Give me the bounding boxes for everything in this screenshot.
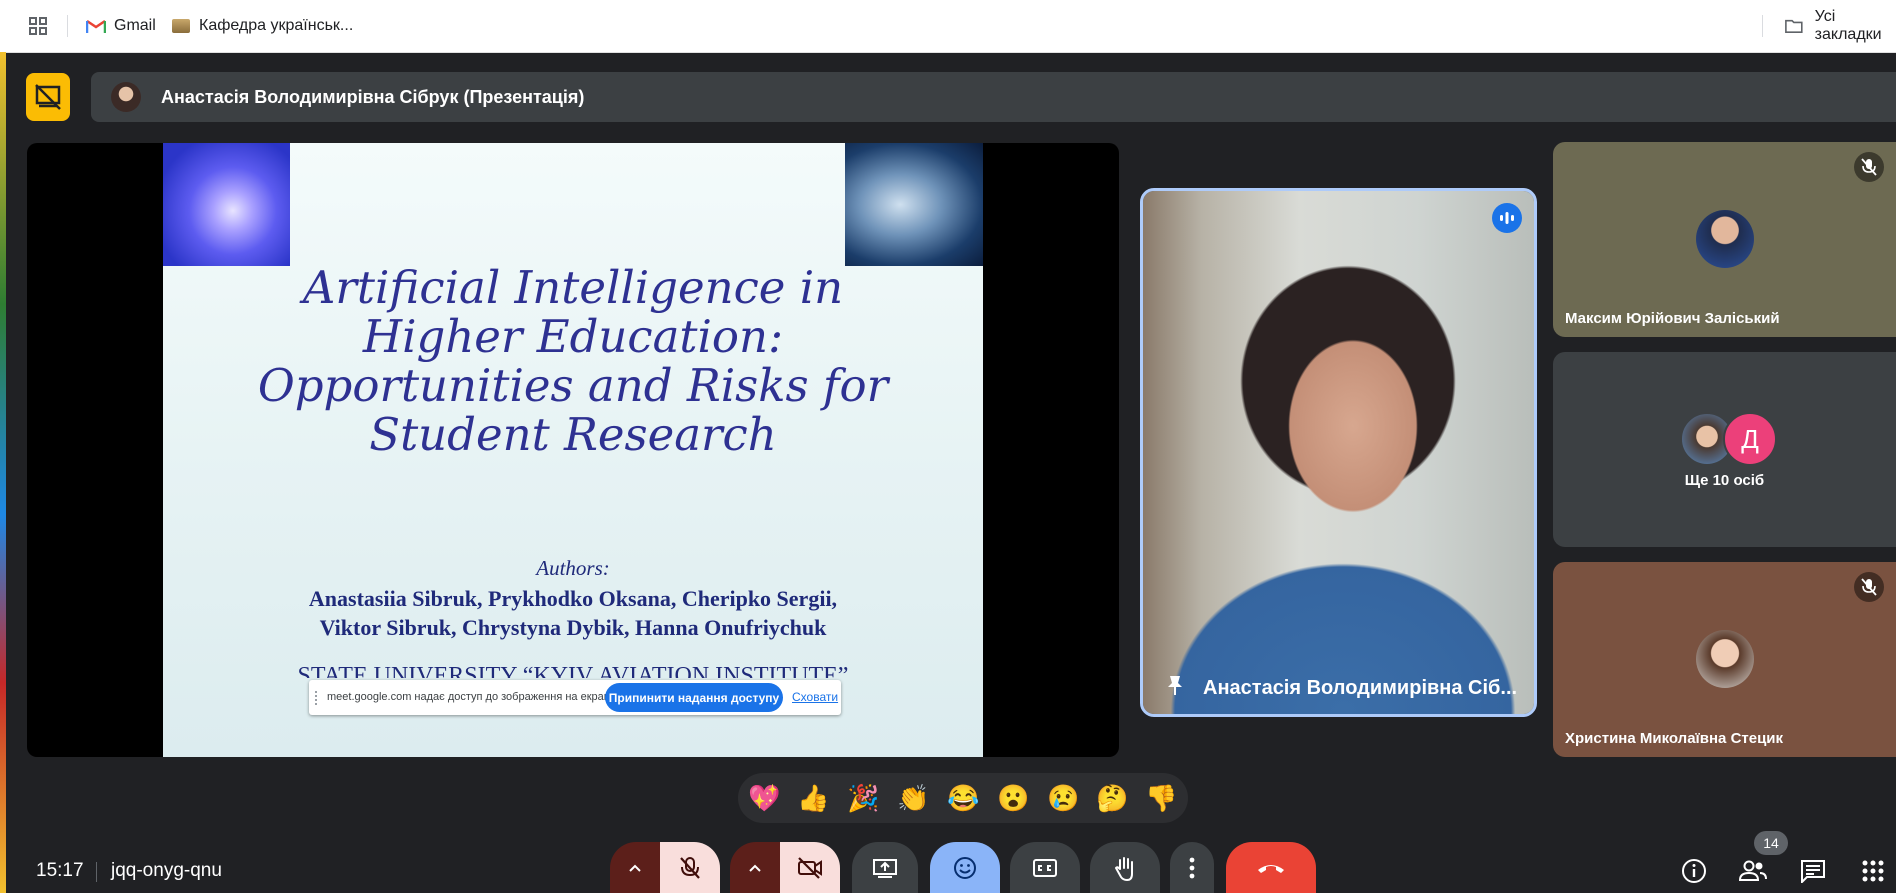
participant-name: Христина Миколаївна Стецик: [1565, 730, 1784, 747]
presentation-off-icon: [35, 84, 61, 110]
meeting-time: 15:17: [36, 860, 84, 881]
screen-share-notice: meet.google.com надає доступ до зображен…: [309, 680, 841, 715]
more-participants-tile[interactable]: Д Ще 10 осіб: [1553, 352, 1896, 547]
reaction-heart[interactable]: 💖: [748, 783, 780, 813]
captions-button[interactable]: [1010, 842, 1080, 893]
speaker-video: [1143, 191, 1534, 714]
slide-title-line: Artificial Intelligence in: [302, 261, 844, 314]
slide-university: STATE UNIVERSITY “KYIV AVIATION INSTITUT…: [297, 663, 849, 678]
emoji-icon: [954, 856, 976, 879]
meeting-code[interactable]: jqq-onyg-qnu: [111, 860, 222, 882]
presenter-avatar: [111, 82, 141, 112]
speaker-name: Анастасія Володимирівна Сіб...: [1203, 677, 1518, 699]
mic-off-icon: [680, 856, 700, 879]
more-options-button[interactable]: [1170, 842, 1214, 893]
slide-authors-line: Viktor Sibruk, Chrystyna Dybik, Hanna On…: [319, 615, 827, 640]
reaction-thumbs-up[interactable]: 👍: [797, 783, 829, 813]
participant-count-badge: 14: [1754, 831, 1788, 855]
reactions-button[interactable]: [930, 842, 1000, 893]
present-screen-icon: [873, 858, 897, 878]
site-favicon-icon: [172, 19, 190, 33]
reaction-thinking[interactable]: 🤔: [1096, 783, 1128, 813]
audio-options-button[interactable]: [610, 842, 660, 893]
speaking-indicator-icon: [1492, 203, 1522, 233]
presentation-slide: Artificial Intelligence in Higher Educat…: [163, 143, 983, 757]
speaker-tile[interactable]: Анастасія Володимирівна Сіб...: [1140, 188, 1537, 717]
slide-title-line: Higher Education:: [362, 310, 784, 363]
slide-authors-line: Anastasiia Sibruk, Prykhodko Oksana, Che…: [308, 586, 838, 611]
participant-name: Максим Юрійович Заліський: [1565, 310, 1780, 327]
reaction-sad[interactable]: 😢: [1047, 783, 1079, 813]
slide-authors-heading: Authors:: [536, 556, 610, 580]
reaction-clap[interactable]: 👏: [897, 783, 929, 813]
bookmark-all-label: Усі закладки: [1814, 8, 1882, 43]
mic-off-icon: [1854, 572, 1884, 602]
hide-notice-link[interactable]: Сховати: [792, 690, 838, 704]
reaction-party[interactable]: 🎉: [847, 783, 879, 813]
stop-presentation-button[interactable]: [26, 73, 70, 121]
microphone-toggle-button[interactable]: [660, 842, 720, 893]
video-options-button[interactable]: [730, 842, 780, 893]
info-icon: [1682, 859, 1706, 883]
bookmark-gmail[interactable]: Gmail: [86, 14, 156, 38]
apps-grid-icon[interactable]: [29, 17, 47, 35]
reactions-bar: 💖 👍 🎉 👏 😂 😮 😢 🤔 👎: [738, 773, 1188, 823]
reaction-surprised[interactable]: 😮: [997, 783, 1029, 813]
camera-off-icon: [798, 856, 822, 879]
gmail-icon: [86, 19, 106, 33]
present-screen-button[interactable]: [852, 842, 918, 893]
chat-button[interactable]: [1798, 856, 1828, 886]
camera-toggle-button[interactable]: [780, 842, 840, 893]
people-button[interactable]: [1738, 856, 1768, 886]
share-notice-text: meet.google.com надає доступ до зображен…: [327, 691, 616, 703]
presenter-name: Анастасія Володимирівна Сібрук (Презента…: [161, 87, 585, 107]
drag-handle-icon[interactable]: [315, 691, 320, 705]
people-icon: [1738, 860, 1767, 881]
meeting-details-button[interactable]: [1679, 856, 1709, 886]
slide-title-line: Student Research: [369, 408, 777, 461]
slide-image-robot-hand: [163, 143, 290, 266]
bookmark-gmail-label: Gmail: [114, 17, 156, 34]
reaction-thumbs-down[interactable]: 👎: [1145, 783, 1177, 813]
participant-tile[interactable]: Максим Юрійович Заліський: [1553, 142, 1896, 337]
chat-icon: [1801, 860, 1825, 883]
participant-count: 14: [1763, 835, 1779, 851]
bookmarks-bar: Gmail Кафедра українськ... Усі закладки: [0, 0, 1896, 53]
reaction-laugh[interactable]: 😂: [947, 783, 979, 813]
captions-icon: [1033, 858, 1057, 877]
presenter-bar: Анастасія Володимирівна Сібрук (Презента…: [91, 72, 1896, 122]
participant-avatar: [1696, 210, 1754, 268]
chevron-up-icon: [749, 864, 761, 872]
raise-hand-icon: [1114, 856, 1133, 881]
participant-initial-avatar: Д: [1723, 412, 1777, 466]
folder-icon: [1785, 19, 1803, 33]
participant-tile[interactable]: Христина Миколаївна Стецик: [1553, 562, 1896, 757]
more-participants-label: Ще 10 осіб: [1684, 472, 1765, 489]
mic-off-icon: [1854, 152, 1884, 182]
stop-sharing-button[interactable]: Припинити надання доступу: [605, 683, 783, 712]
participant-avatar: [1696, 630, 1754, 688]
left-edge-strip: [0, 52, 6, 893]
apps-grid-icon: [1862, 860, 1884, 882]
bookmark-kafedra[interactable]: Кафедра українськ...: [172, 14, 353, 38]
more-vertical-icon: [1189, 857, 1195, 878]
leave-call-button[interactable]: [1226, 842, 1316, 893]
activities-button[interactable]: [1858, 856, 1888, 886]
end-call-icon: [1258, 864, 1284, 873]
bookmark-all[interactable]: Усі закладки: [1785, 8, 1896, 43]
slide-image-ai-face: [845, 143, 983, 266]
slide-title-line: Opportunities and Risks for: [257, 359, 889, 412]
pin-icon[interactable]: [1165, 674, 1185, 696]
bookmark-kafedra-label: Кафедра українськ...: [199, 17, 354, 34]
participant-initial: Д: [1741, 423, 1759, 454]
raise-hand-button[interactable]: [1090, 842, 1160, 893]
chevron-up-icon: [629, 864, 641, 872]
